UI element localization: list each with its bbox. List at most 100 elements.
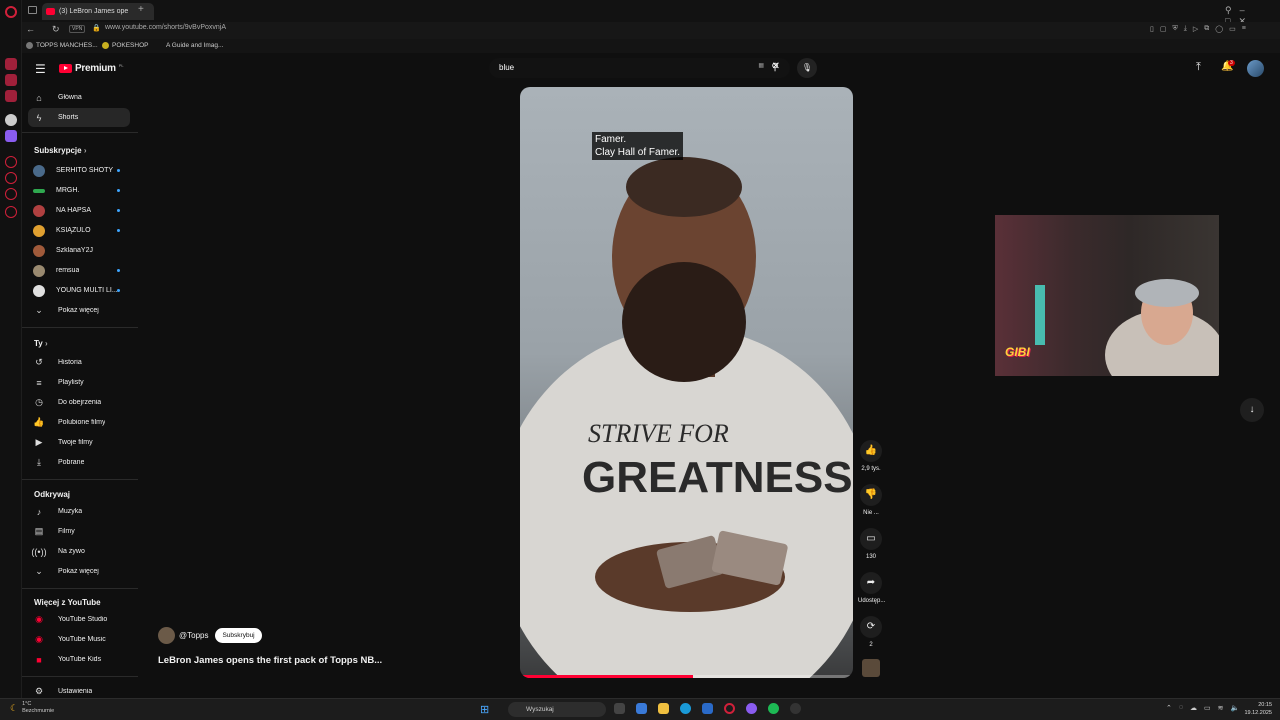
opera-logo-icon[interactable] bbox=[5, 6, 17, 18]
sidebar-item-subscription[interactable]: SERHITO SHOTY bbox=[28, 161, 130, 180]
sidebar-item-live[interactable]: ((•)) Na żywo bbox=[28, 542, 130, 561]
subscriptions-heading[interactable]: Subskrypcje › bbox=[34, 146, 86, 155]
upload-icon[interactable]: ⤒ bbox=[1196, 61, 1201, 74]
live-indicator bbox=[117, 289, 120, 292]
sidebar-item-liked[interactable]: 👍 Polubione filmy bbox=[28, 413, 130, 432]
discord-icon[interactable] bbox=[746, 703, 757, 714]
wifi-icon[interactable]: ≋ bbox=[1218, 704, 1224, 712]
history-panel-icon[interactable] bbox=[5, 156, 17, 168]
play-icon[interactable]: ▷ bbox=[1193, 25, 1198, 33]
search-input[interactable]: blue ▦ ✕ bbox=[489, 58, 790, 78]
bookmark-item[interactable]: A Guide and Imag... bbox=[166, 42, 223, 49]
remix-button[interactable]: ⟳ 2 bbox=[858, 616, 884, 648]
channel-name[interactable]: @Topps bbox=[179, 631, 208, 640]
sidebar: ⌂ Główna ϟ Shorts ⌃ Subskrypcje › SERHITO … bbox=[22, 85, 140, 698]
obs-icon[interactable] bbox=[790, 703, 801, 714]
subscribe-button[interactable]: Subskrybuj bbox=[215, 628, 262, 643]
taskbar-search[interactable]: Wyszukaj bbox=[508, 702, 606, 717]
telegram-icon[interactable] bbox=[5, 90, 17, 102]
new-tab-icon[interactable]: + bbox=[138, 4, 144, 15]
whatsapp-icon[interactable] bbox=[5, 74, 17, 86]
onedrive-icon[interactable]: ☁ bbox=[1190, 704, 1197, 712]
task-view-icon[interactable] bbox=[614, 703, 625, 714]
chevron-up-icon[interactable]: ⌃ bbox=[1166, 704, 1172, 712]
snapshot-icon[interactable]: ▢ bbox=[1160, 25, 1167, 33]
sidebar-item-home[interactable]: ⌂ Główna bbox=[28, 88, 130, 107]
clock-icon[interactable] bbox=[5, 188, 17, 200]
sidebar-item-yt-studio[interactable]: ◉ YouTube Studio bbox=[28, 610, 130, 629]
comments-button[interactable]: ▭ 130 bbox=[858, 528, 884, 560]
youtube-premium-logo[interactable]: Premium PL bbox=[59, 63, 124, 74]
hamburger-menu-icon[interactable]: ☰ bbox=[35, 62, 46, 76]
moon-icon: ☾ bbox=[10, 702, 19, 713]
sidebar-item-shorts[interactable]: ϟ Shorts bbox=[28, 108, 130, 127]
video-progress-bar[interactable] bbox=[520, 675, 853, 678]
sidebar-item-subscription[interactable]: NA HAPSA bbox=[28, 201, 130, 220]
sidebar-item-history[interactable]: ↺ Historia bbox=[28, 353, 130, 372]
avatar[interactable] bbox=[1247, 60, 1264, 77]
sidebar-item-subscription[interactable]: YOUNG MULTI LI... bbox=[28, 281, 130, 300]
back-icon[interactable]: ← bbox=[26, 24, 35, 34]
twitch-icon[interactable] bbox=[5, 130, 17, 142]
tab-overview-icon[interactable] bbox=[28, 6, 37, 14]
taskbar-clock[interactable]: 20:15 19.12.2025 bbox=[1238, 701, 1272, 717]
copilot-icon[interactable] bbox=[636, 703, 647, 714]
aria-icon[interactable] bbox=[5, 114, 17, 126]
bookmark-item[interactable]: TOPPS MANCHES... bbox=[26, 42, 98, 49]
dislike-button[interactable]: 👎 Nie ... bbox=[858, 484, 884, 516]
lock-icon[interactable]: 🔒 bbox=[92, 24, 101, 32]
short-video-player[interactable]: STRIVE FOR GREATNESS Famer. Clay Hall of… bbox=[520, 87, 853, 678]
you-heading[interactable]: Ty › bbox=[34, 339, 48, 348]
chat-icon[interactable]: ◯ bbox=[1215, 25, 1223, 33]
like-button[interactable]: 👍 2,9 tys. bbox=[858, 440, 884, 472]
sidebar-item-subscription[interactable]: KSIĄŻULO bbox=[28, 221, 130, 240]
sidebar-item-downloads[interactable]: ⤓ Pobrane bbox=[28, 453, 130, 472]
sidebar-item-movies[interactable]: ▤ Filmy bbox=[28, 522, 130, 541]
sidebar-item-your-videos[interactable]: ▶ Twoje filmy bbox=[28, 433, 130, 452]
pinboard-icon[interactable] bbox=[5, 172, 17, 184]
sidebar-item-subscription[interactable]: remsua bbox=[28, 261, 130, 280]
search-tabs-icon[interactable]: ⚲ bbox=[1225, 5, 1240, 15]
sound-thumbnail[interactable] bbox=[862, 659, 880, 677]
store-icon[interactable] bbox=[702, 703, 713, 714]
file-explorer-icon[interactable] bbox=[658, 703, 669, 714]
sidebar-item-yt-kids[interactable]: ■ YouTube Kids bbox=[28, 650, 130, 669]
channel-avatar[interactable] bbox=[158, 627, 175, 644]
wallet-icon[interactable]: ▭ bbox=[1229, 25, 1236, 33]
extensions-icon[interactable]: ⧉ bbox=[1204, 25, 1209, 33]
adblock-icon[interactable]: ⛨ bbox=[1172, 25, 1177, 33]
windows-start-icon[interactable]: ⊞ bbox=[480, 703, 489, 716]
sidebar-item-music[interactable]: ♪ Muzyka bbox=[28, 502, 130, 521]
monitor-icon[interactable]: ▭ bbox=[1204, 704, 1211, 712]
share-button[interactable]: ➦ Udostęp... bbox=[858, 572, 885, 604]
messenger-icon[interactable] bbox=[5, 58, 17, 70]
sidebar-item-yt-music[interactable]: ◉ YouTube Music bbox=[28, 630, 130, 649]
sidebar-item-show-more[interactable]: ⌄ Pokaż więcej bbox=[28, 301, 130, 320]
settings-panel-icon[interactable] bbox=[5, 206, 17, 218]
sidebar-item-watch-later[interactable]: ◷ Do obejrzenia bbox=[28, 393, 130, 412]
sidebar-item-subscription[interactable]: MRGH. bbox=[28, 181, 130, 200]
download-icon[interactable]: ⤓ bbox=[1184, 25, 1187, 33]
sidebar-item-show-more[interactable]: ⌄ Pokaż więcej bbox=[28, 562, 130, 581]
thumbs-up-icon: 👍 bbox=[860, 440, 882, 462]
spotify-icon[interactable] bbox=[768, 703, 779, 714]
search-button[interactable]: ⚲ bbox=[762, 58, 788, 78]
minimize-icon[interactable]: – bbox=[1240, 5, 1253, 15]
voice-search-button[interactable]: 🎙 bbox=[797, 58, 817, 78]
reload-icon[interactable]: ↻ bbox=[52, 24, 60, 35]
sidebar-item-subscription[interactable]: SzklanaY2J bbox=[28, 241, 130, 260]
sidebar-item-settings[interactable]: ⚙ Ustawienia bbox=[28, 682, 130, 698]
edge-icon[interactable] bbox=[680, 703, 691, 714]
vpn-badge[interactable]: VPN bbox=[69, 25, 86, 33]
next-short-button[interactable]: ↓ bbox=[1240, 398, 1264, 422]
weather-widget[interactable]: ☾ 1°C Bezchmurnie bbox=[10, 701, 54, 715]
sidebar-scroll-up-icon[interactable]: ⌃ bbox=[137, 85, 140, 89]
opera-icon[interactable] bbox=[724, 703, 735, 714]
bookmark-item[interactable]: POKESHOP bbox=[102, 42, 148, 49]
menu-icon[interactable]: ≡ bbox=[1242, 25, 1246, 33]
url-field[interactable]: www.youtube.com/shorts/9vBvPoxvnjA bbox=[105, 24, 226, 31]
short-title[interactable]: LeBron James opens the first pack of Top… bbox=[158, 655, 382, 666]
bookmark-icon[interactable]: ▯ bbox=[1150, 25, 1154, 33]
network-icon[interactable]: ◌ bbox=[1179, 704, 1183, 712]
sidebar-item-playlists[interactable]: ≡ Playlisty bbox=[28, 373, 130, 392]
